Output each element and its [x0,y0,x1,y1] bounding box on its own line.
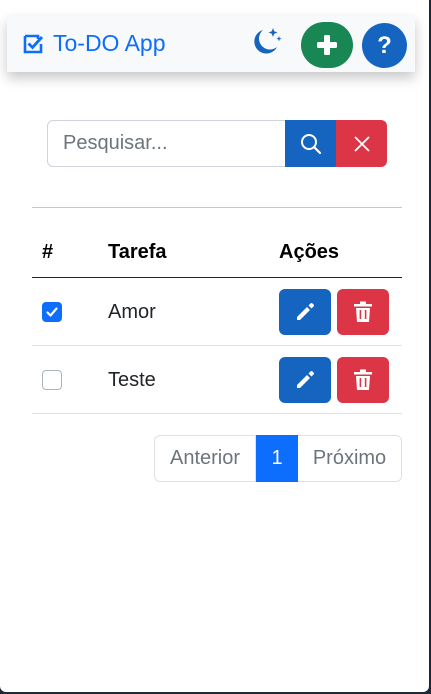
app-panel: To-DO App ? Pesquisar... # Tarefa Ações … [0,0,429,692]
trash-icon [354,301,372,322]
next-page-button[interactable]: Próximo [298,435,402,482]
search-button[interactable] [285,120,336,167]
edit-task-button[interactable] [279,289,331,335]
plus-icon [317,35,337,55]
task-table: # Tarefa Ações Amor Teste [32,228,402,414]
theme-toggle[interactable] [248,25,284,61]
help-button[interactable]: ? [362,23,407,68]
task-name: Amor [108,301,156,323]
header-index: # [42,241,54,263]
moon-stars-icon [254,28,282,54]
pagination: Anterior 1 Próximo [154,435,402,482]
trash-icon [354,369,372,390]
table-header: # Tarefa Ações [32,228,402,278]
close-icon [353,135,370,152]
delete-task-button[interactable] [337,357,389,403]
header-task: Tarefa [108,241,167,263]
header-actions: Ações [279,241,340,263]
previous-page-button[interactable]: Anterior [154,435,256,482]
delete-task-button[interactable] [337,289,389,335]
checkmark-icon [46,307,58,317]
clear-search-button[interactable] [336,120,387,167]
edit-task-button[interactable] [279,357,331,403]
pencil-icon [297,371,314,388]
add-task-button[interactable] [301,22,353,68]
search-icon [300,133,321,154]
brand[interactable]: To-DO App [21,30,166,57]
search-group [47,120,387,167]
pencil-icon [297,303,314,320]
table-row: Amor [32,278,402,346]
table-row: Teste [32,346,402,414]
checkbox-icon [23,34,44,53]
task-checkbox[interactable] [42,302,62,322]
current-page-button[interactable]: 1 [256,435,298,482]
app-title: To-DO App [53,30,166,56]
question-mark-icon: ? [377,31,392,59]
search-input[interactable] [47,120,285,167]
navbar: To-DO App ? [7,16,415,72]
divider [32,207,402,208]
task-checkbox[interactable] [42,370,62,390]
task-name: Teste [108,369,156,391]
